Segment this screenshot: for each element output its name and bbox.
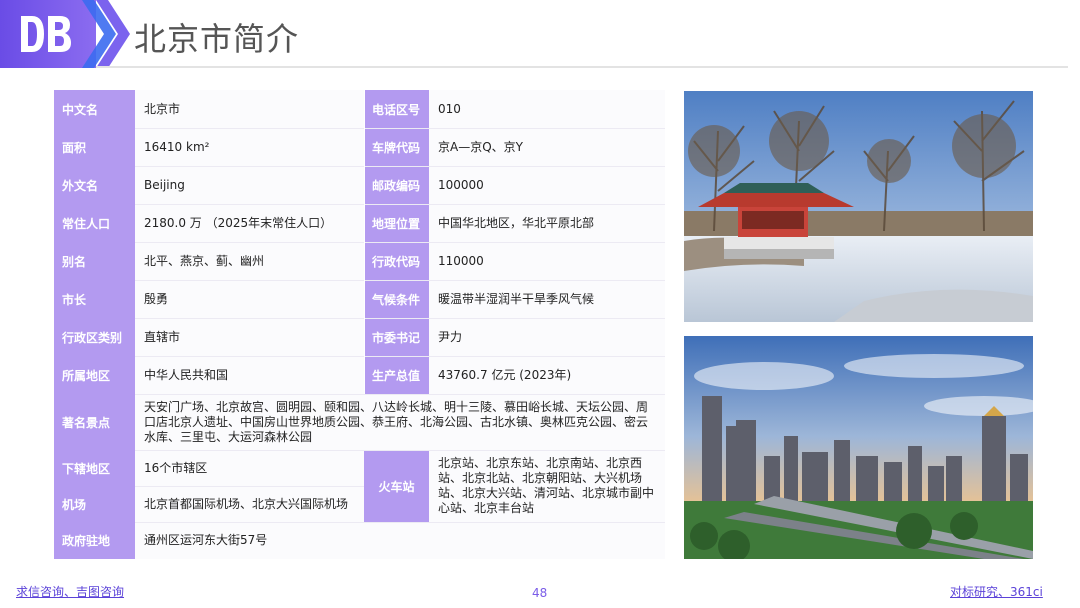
value-population: 2180.0 万 （2025年末常住人口） bbox=[144, 215, 333, 230]
footer-left-link[interactable]: 求信咨询、吉图咨询 bbox=[16, 583, 124, 600]
label-climate: 气候条件 bbox=[364, 280, 429, 318]
page-number: 48 bbox=[532, 586, 548, 600]
value-climate: 暖温带半湿润半干旱季风气候 bbox=[438, 291, 595, 306]
label-gdp: 生产总值 bbox=[364, 356, 429, 394]
label-population: 常住人口 bbox=[54, 204, 135, 242]
info-table: 中文名 北京市 面积 16410 km² 外文名 Beijing 常住人口 21… bbox=[54, 90, 665, 559]
label-districts: 下辖地区 bbox=[54, 450, 135, 486]
row-divider bbox=[135, 242, 665, 243]
footer-right-link[interactable]: 对标研究、361ci bbox=[950, 583, 1043, 600]
city-skyline-photo bbox=[684, 336, 1033, 559]
row-divider bbox=[135, 318, 665, 319]
row-divider bbox=[135, 522, 665, 523]
row-divider bbox=[135, 280, 665, 281]
label-alias: 别名 bbox=[54, 242, 135, 280]
row-divider bbox=[135, 128, 665, 129]
value-area-code: 010 bbox=[438, 101, 461, 116]
label-government-seat: 政府驻地 bbox=[54, 522, 135, 559]
value-chinese-name: 北京市 bbox=[144, 101, 181, 116]
column-divider bbox=[364, 90, 365, 394]
label-plate-code: 车牌代码 bbox=[364, 128, 429, 166]
value-area: 16410 km² bbox=[144, 139, 210, 154]
value-location: 中国华北地区，华北平原北部 bbox=[438, 215, 595, 230]
label-admin-type: 行政区类别 bbox=[54, 318, 135, 356]
row-divider bbox=[135, 486, 364, 487]
row-divider bbox=[135, 356, 665, 357]
label-party-secretary: 市委书记 bbox=[364, 318, 429, 356]
value-party-secretary: 尹力 bbox=[438, 329, 463, 344]
label-attractions: 著名景点 bbox=[54, 394, 135, 450]
header-chevron-dark-icon bbox=[82, 0, 116, 68]
value-gdp: 43760.7 亿元 (2023年) bbox=[438, 367, 572, 382]
value-foreign-name: Beijing bbox=[144, 177, 185, 192]
label-postal-code: 邮政编码 bbox=[364, 166, 429, 204]
value-train-station: 北京站、北京东站、北京南站、北京西站、北京北站、北京朝阳站、大兴机场站、北京大兴… bbox=[438, 456, 655, 515]
label-area-code: 电话区号 bbox=[364, 90, 429, 128]
value-plate-code: 京A—京Q、京Y bbox=[438, 139, 523, 154]
row-divider bbox=[135, 204, 665, 205]
row-divider bbox=[135, 166, 665, 167]
label-train-station: 火车站 bbox=[364, 450, 429, 522]
header-divider bbox=[96, 66, 1068, 68]
value-postal-code: 100000 bbox=[438, 177, 484, 192]
label-area: 面积 bbox=[54, 128, 135, 166]
value-attractions: 天安门广场、北京故宫、圆明园、颐和园、八达岭长城、明十三陵、慕田峪长城、天坛公园… bbox=[144, 399, 649, 444]
label-mayor: 市长 bbox=[54, 280, 135, 318]
city-skyline-image bbox=[684, 336, 1033, 559]
value-government-seat: 通州区运河东大街57号 bbox=[144, 533, 268, 547]
value-alias: 北平、燕京、蓟、幽州 bbox=[144, 253, 265, 268]
value-region: 中华人民共和国 bbox=[144, 367, 229, 382]
value-airport: 北京首都国际机场、北京大兴国际机场 bbox=[144, 496, 349, 511]
db-logo-icon bbox=[21, 16, 71, 52]
label-location: 地理位置 bbox=[364, 204, 429, 242]
page-title: 北京市简介 bbox=[134, 20, 300, 58]
winter-pavilion-photo bbox=[684, 91, 1033, 322]
label-admin-code: 行政代码 bbox=[364, 242, 429, 280]
label-airport: 机场 bbox=[54, 486, 135, 522]
value-admin-code: 110000 bbox=[438, 253, 484, 268]
row-divider bbox=[135, 394, 665, 395]
label-foreign-name: 外文名 bbox=[54, 166, 135, 204]
value-mayor: 殷勇 bbox=[144, 291, 169, 306]
row-divider bbox=[135, 450, 665, 451]
winter-pavilion-image bbox=[684, 91, 1033, 322]
value-districts: 16个市辖区 bbox=[144, 460, 208, 475]
value-admin-type: 直辖市 bbox=[144, 329, 181, 344]
label-chinese-name: 中文名 bbox=[54, 90, 135, 128]
label-region: 所属地区 bbox=[54, 356, 135, 394]
